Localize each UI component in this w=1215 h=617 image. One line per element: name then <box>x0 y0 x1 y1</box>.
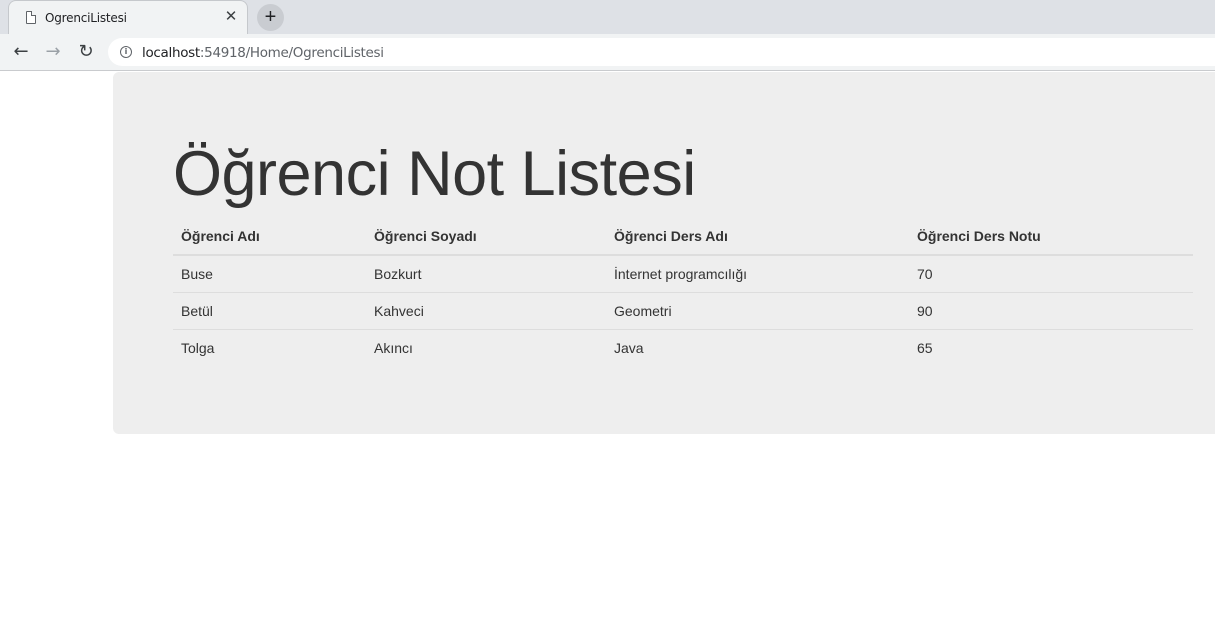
browser-tab[interactable]: OgrenciListesi ✕ <box>8 0 248 34</box>
cell-first-name: Buse <box>181 265 213 282</box>
column-header-last-name: Öğrenci Soyadı <box>366 218 606 256</box>
back-arrow-icon[interactable]: ← <box>8 39 34 65</box>
url-host: localhost <box>142 45 200 61</box>
column-header-course-name: Öğrenci Ders Adı <box>606 218 909 256</box>
cell-last-name: Akıncı <box>366 328 606 366</box>
table-row: Buse Bozkurt İnternet programcılığı 70 <box>173 255 1193 292</box>
tab-title: OgrenciListesi <box>45 11 127 25</box>
cell-first-name: Betül <box>173 291 366 329</box>
page-icon <box>26 11 36 24</box>
url-text[interactable]: localhost:54918/Home/OgrenciListesi <box>142 45 384 61</box>
cell-first-name: Tolga <box>173 328 366 366</box>
column-header-first-name: Öğrenci Adı <box>173 218 366 256</box>
cell-grade: 90 <box>909 291 1193 329</box>
cell-course-name: İnternet programcılığı <box>614 265 748 282</box>
new-tab-button[interactable]: + <box>257 4 284 31</box>
page-title: Öğrenci Not Listesi <box>173 139 696 209</box>
close-tab-icon[interactable]: ✕ <box>223 9 239 25</box>
cell-course-name: Java <box>606 328 909 366</box>
table-header-row: Öğrenci Adı Öğrenci Soyadı Öğrenci Ders … <box>173 218 1193 256</box>
cell-last-name: Kahveci <box>366 291 606 329</box>
column-header-course-grade: Öğrenci Ders Notu <box>909 218 1193 256</box>
site-info-icon[interactable]: i <box>120 46 132 58</box>
browser-toolbar: ← → ↻ i localhost:54918/Home/OgrenciList… <box>0 34 1215 71</box>
cell-course-name: Geometri <box>606 291 909 329</box>
table-row: Tolga Akıncı Java 65 <box>173 328 1193 366</box>
cell-last-name: Bozkurt <box>374 265 422 282</box>
address-bar[interactable]: i localhost:54918/Home/OgrenciListesi <box>108 38 1215 66</box>
jumbotron-panel: Öğrenci Not Listesi Öğrenci Adı Öğrenci … <box>113 72 1215 434</box>
cell-grade: 70 <box>917 265 933 282</box>
cell-grade: 65 <box>909 328 1193 366</box>
url-path: :54918/Home/OgrenciListesi <box>199 45 384 61</box>
grades-table: Öğrenci Adı Öğrenci Soyadı Öğrenci Ders … <box>173 218 1193 366</box>
tab-strip: OgrenciListesi ✕ + <box>0 0 1215 34</box>
forward-arrow-icon[interactable]: → <box>40 39 66 65</box>
reload-icon[interactable]: ↻ <box>73 39 99 65</box>
table-row: Betül Kahveci Geometri 90 <box>173 291 1193 329</box>
